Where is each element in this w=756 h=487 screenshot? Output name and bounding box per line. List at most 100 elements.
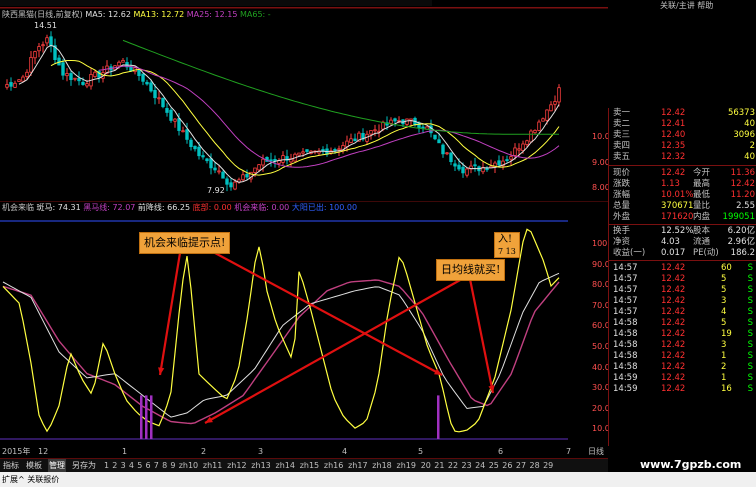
stat-row: 换手 12.52% 股本 6.20亿 (609, 226, 756, 237)
tick-row: 14:58 12.42 2 S (609, 362, 756, 373)
tab-num[interactable]: 6 (145, 459, 152, 473)
stat-value: 4.03 (661, 237, 680, 247)
tab-num[interactable]: 2 (111, 459, 118, 473)
tab-num[interactable]: 8 (161, 459, 168, 473)
tick-row: 14:59 12.42 1 S (609, 373, 756, 384)
status-tab-expand[interactable]: 扩展^ 关联报价 (2, 474, 59, 486)
stat-value-2: 11.36 (730, 168, 755, 178)
tab-0[interactable]: 指标 (2, 459, 20, 473)
sell-row: 卖五 12.32 40 (609, 152, 756, 163)
stat-label-2: PE(动) (693, 248, 719, 258)
candle (49, 31, 53, 53)
ma13-label: MA13: 12.72 (133, 10, 185, 19)
stat-row: 涨跌 1.13 最高 12.42 (609, 179, 756, 190)
callout-opportunity: 机会来临提示点! (139, 232, 231, 254)
stat-label-2: 最低 (693, 190, 711, 200)
stat-value-2: 186.2 (730, 248, 755, 258)
tick-price: 12.42 (661, 263, 686, 273)
candle (229, 178, 233, 191)
tab-num[interactable]: 26 (501, 459, 513, 473)
tab-num[interactable]: zh14 (275, 459, 296, 473)
kline-title: 陕西黑猫(日线,前复权) (2, 10, 83, 19)
sell-row: 卖四 12.35 2 (609, 141, 756, 152)
tab-num[interactable]: 28 (529, 459, 541, 473)
stat-value: 10.01% (661, 190, 694, 200)
high-label: 14.51 (34, 21, 57, 30)
tab-num[interactable]: 22 (447, 459, 459, 473)
stat-value-2: 2.55 (736, 201, 755, 211)
tab-num[interactable]: zh10 (178, 459, 199, 473)
stat-label-2: 股本 (693, 226, 711, 236)
tab-num[interactable]: 24 (474, 459, 486, 473)
tick-side: S (747, 362, 753, 372)
x-axis-label: 4 (342, 447, 348, 456)
tab-num[interactable]: zh19 (396, 459, 417, 473)
tick-price: 12.42 (661, 296, 686, 306)
tick-price: 12.42 (661, 351, 686, 361)
tab-num[interactable]: 25 (488, 459, 500, 473)
right-menu-text[interactable]: 关联/主讲 帮助 (660, 0, 713, 11)
candle (65, 68, 69, 82)
low-label: 7.92 (207, 186, 225, 195)
ma5-label: MA5: 12.62 (85, 10, 131, 19)
candle (477, 165, 481, 176)
tab-num[interactable]: 20 (420, 459, 432, 473)
x-axis-label: 1 (122, 447, 128, 456)
tick-volume: 5 (721, 274, 727, 284)
tab-num[interactable]: zh18 (371, 459, 392, 473)
tab-num[interactable]: 1 (103, 459, 110, 473)
period-label[interactable]: 日线 (588, 446, 604, 457)
tab-num[interactable]: 27 (515, 459, 527, 473)
sell-volume: 2 (749, 141, 755, 151)
tab-num[interactable]: 5 (136, 459, 143, 473)
tab-num[interactable]: 23 (461, 459, 473, 473)
tick-time: 14:58 (613, 340, 638, 350)
indicator-line1: 黑马线: 72.07 (83, 203, 136, 212)
tab-num[interactable]: 7 (153, 459, 160, 473)
candle (97, 69, 101, 83)
candle (53, 38, 57, 65)
tick-volume: 3 (721, 340, 727, 350)
tab-num[interactable]: zh17 (347, 459, 368, 473)
stat-label: 总量 (613, 201, 631, 211)
candle (221, 170, 225, 179)
stat-value-2: 6.20亿 (727, 226, 755, 236)
kline-panel[interactable] (0, 7, 608, 203)
tab-num[interactable]: zh12 (226, 459, 247, 473)
tab-num[interactable]: 9 (169, 459, 176, 473)
callout-buy-top-text: 入! (498, 234, 513, 245)
candle (57, 54, 61, 66)
candle (201, 151, 205, 160)
tab-1[interactable]: 模板 (25, 459, 43, 473)
stat-value: 12.42 (661, 168, 686, 178)
watermark: www.7gpzb.com (640, 458, 742, 471)
tab-num[interactable]: zh11 (202, 459, 223, 473)
tab-num[interactable]: zh16 (323, 459, 344, 473)
tab-num[interactable]: zh13 (250, 459, 271, 473)
candle (5, 79, 9, 90)
candle (13, 80, 17, 88)
tick-side: S (747, 351, 753, 361)
tick-time: 14:58 (613, 362, 638, 372)
tab-num[interactable]: 4 (128, 459, 135, 473)
tab-num[interactable]: zh15 (299, 459, 320, 473)
stat-value-2: 12.42 (730, 179, 755, 189)
tick-row: 14:57 12.42 3 S (609, 296, 756, 307)
tick-time: 14:58 (613, 318, 638, 328)
menu-bar[interactable] (0, 0, 432, 6)
tab-num[interactable]: 21 (433, 459, 445, 473)
sell-row: 卖二 12.41 40 (609, 119, 756, 130)
tab-num[interactable]: 29 (542, 459, 554, 473)
tab-num[interactable]: 3 (120, 459, 127, 473)
tab-2[interactable]: 管理 (48, 459, 66, 473)
candle (373, 124, 377, 137)
stat-row: 收益(一) 0.017 PE(动) 186.2 (609, 248, 756, 259)
candle (449, 152, 453, 166)
ma25-line (98, 65, 560, 168)
kline-chart (0, 7, 608, 192)
x-axis-label: 5 (418, 447, 424, 456)
stat-label: 净资 (613, 237, 631, 247)
tick-row: 14:58 12.42 1 S (609, 351, 756, 362)
sell-label: 卖一 (613, 108, 631, 118)
tab-3[interactable]: 另存为 (71, 459, 97, 473)
